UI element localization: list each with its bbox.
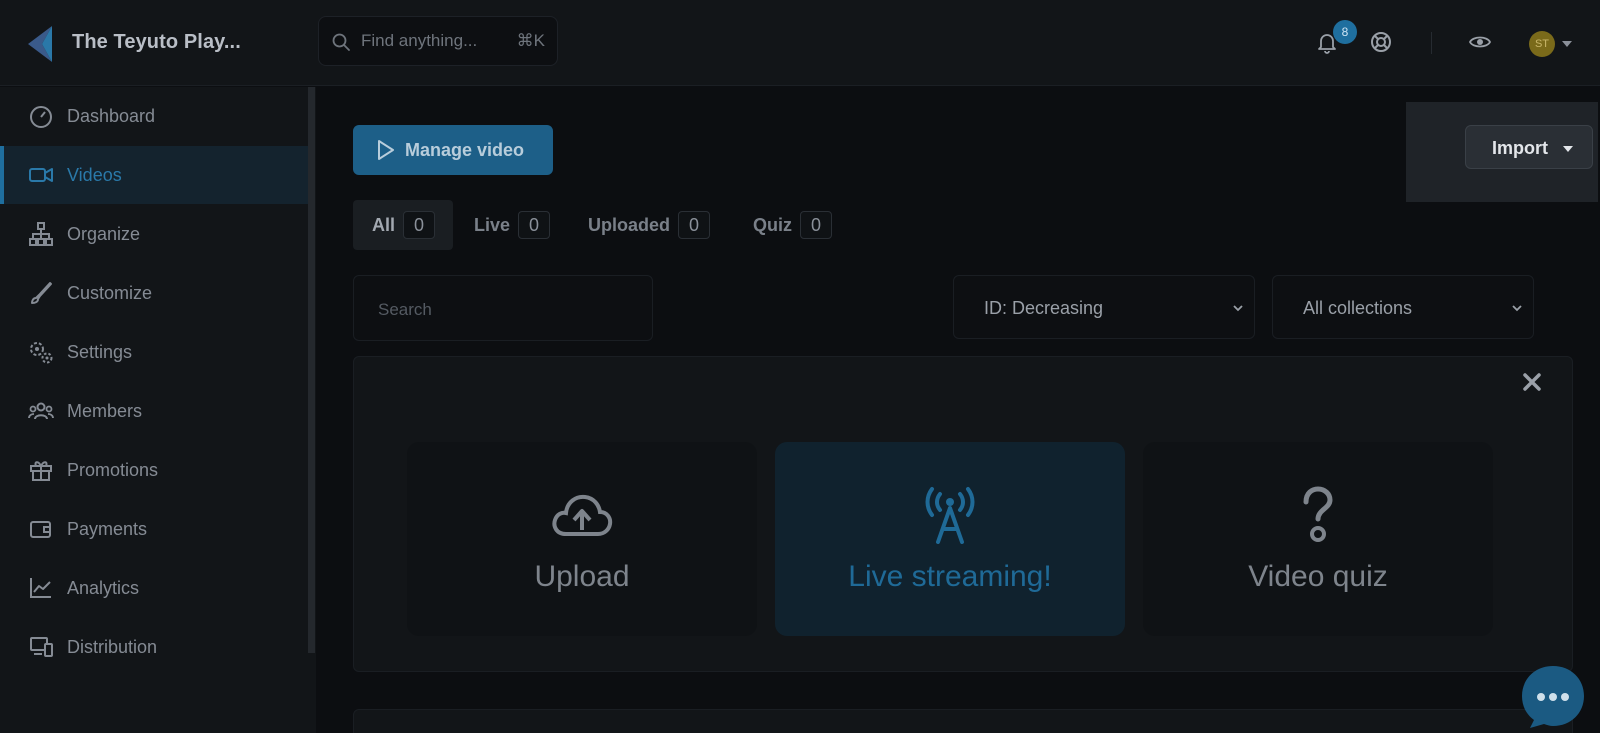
workspace-name[interactable]: The Teyuto Play...	[72, 31, 241, 54]
video-camera-icon	[29, 168, 53, 182]
tab-count: 0	[403, 211, 436, 239]
broadcast-tower-icon	[925, 487, 975, 544]
wallet-icon	[30, 521, 51, 538]
sidebar-scrollbar[interactable]	[308, 87, 315, 653]
sidebar-item-label: Videos	[67, 164, 122, 185]
tab-label: Uploaded	[588, 214, 671, 235]
collection-select-value: All collections	[1303, 298, 1413, 318]
logo-icon[interactable]	[24, 24, 56, 64]
video-quiz-option[interactable]: Video quiz	[1143, 442, 1493, 636]
search-placeholder: Find anything...	[361, 31, 478, 50]
sidebar-item-customize[interactable]: Customize	[0, 264, 308, 322]
tab-all[interactable]: All 0	[353, 200, 453, 250]
gears-icon	[30, 342, 53, 364]
tab-label: Quiz	[753, 214, 792, 235]
search-placeholder: Search	[378, 300, 432, 319]
tab-quiz[interactable]: Quiz 0	[753, 200, 832, 250]
dashboard-icon	[30, 106, 52, 128]
upload-option[interactable]: Upload	[407, 442, 757, 636]
manage-video-label: Manage video	[405, 140, 525, 160]
play-icon	[378, 140, 394, 160]
upload-label: Upload	[534, 560, 630, 593]
sidebar-item-label: Dashboard	[67, 105, 156, 126]
sidebar-item-label: Organize	[67, 223, 141, 244]
gift-icon	[30, 461, 52, 481]
tab-count: 0	[800, 211, 832, 239]
sidebar-item-distribution[interactable]: Distribution	[0, 618, 308, 676]
chevron-down-icon	[1233, 305, 1243, 312]
sidebar-item-organize[interactable]: Organize	[0, 205, 308, 263]
sidebar-item-label: Customize	[67, 282, 153, 303]
chevron-down-icon[interactable]	[1562, 41, 1572, 47]
sidebar-item-label: Distribution	[67, 636, 158, 657]
search-shortcut: ⌘K	[516, 31, 545, 50]
sidebar-item-label: Analytics	[67, 577, 140, 598]
sidebar-item-analytics[interactable]: Analytics	[0, 559, 308, 617]
close-icon[interactable]	[1518, 368, 1546, 396]
toolbar-divider	[1431, 32, 1432, 54]
tab-count: 0	[678, 211, 711, 239]
tab-uploaded[interactable]: Uploaded 0	[588, 200, 711, 250]
chevron-down-icon	[1512, 305, 1522, 312]
collection-select[interactable]: All collections	[1272, 275, 1534, 339]
sidebar-item-videos[interactable]: Videos	[0, 146, 308, 204]
live-streaming-option[interactable]: Live streaming!	[775, 442, 1125, 636]
video-search-input[interactable]: Search	[353, 275, 653, 341]
sidebar-item-promotions[interactable]: Promotions	[0, 441, 308, 499]
tab-count: 0	[518, 211, 551, 239]
search-icon	[332, 33, 350, 51]
users-icon	[28, 402, 54, 420]
import-button[interactable]: Import	[1465, 125, 1593, 169]
notification-badge: 8	[1333, 20, 1357, 44]
sort-select-value: ID: Decreasing	[984, 298, 1104, 318]
top-bar: The Teyuto Play... Find anything... ⌘K 8…	[0, 0, 1600, 86]
video-quiz-label: Video quiz	[1248, 560, 1388, 593]
help-lifebuoy-icon[interactable]	[1369, 30, 1393, 54]
chevron-down-icon	[1563, 146, 1573, 152]
manage-video-button[interactable]: Manage video	[353, 125, 553, 175]
hierarchy-icon	[29, 222, 53, 246]
global-search[interactable]: Find anything... ⌘K	[318, 16, 558, 66]
sidebar-item-settings[interactable]: Settings	[0, 323, 308, 381]
live-streaming-label: Live streaming!	[848, 560, 1052, 593]
brush-icon	[31, 282, 52, 304]
sidebar-item-label: Members	[67, 400, 143, 421]
tab-live[interactable]: Live 0	[474, 200, 551, 250]
sidebar-item-label: Payments	[67, 518, 148, 539]
cloud-upload-icon	[552, 494, 613, 536]
sidebar-item-payments[interactable]: Payments	[0, 500, 308, 558]
eye-icon[interactable]	[1468, 30, 1492, 54]
sidebar-item-label: Promotions	[67, 459, 159, 480]
tab-label: Live	[474, 214, 511, 235]
sort-select[interactable]: ID: Decreasing	[953, 275, 1255, 339]
sidebar-item-label: Settings	[67, 341, 133, 362]
question-mark-icon	[1303, 486, 1333, 542]
import-label: Import	[1492, 138, 1548, 158]
sidebar-item-members[interactable]: Members	[0, 382, 308, 440]
chart-icon	[30, 578, 51, 598]
sidebar: Dashboard Videos Organize Customize Sett…	[0, 87, 316, 733]
devices-icon	[30, 637, 53, 657]
chat-icon[interactable]	[1520, 664, 1586, 730]
tab-label: All	[372, 214, 396, 235]
sidebar-item-dashboard[interactable]: Dashboard	[0, 87, 308, 145]
user-avatar[interactable]: ST	[1529, 31, 1555, 57]
video-list-panel	[353, 709, 1573, 733]
